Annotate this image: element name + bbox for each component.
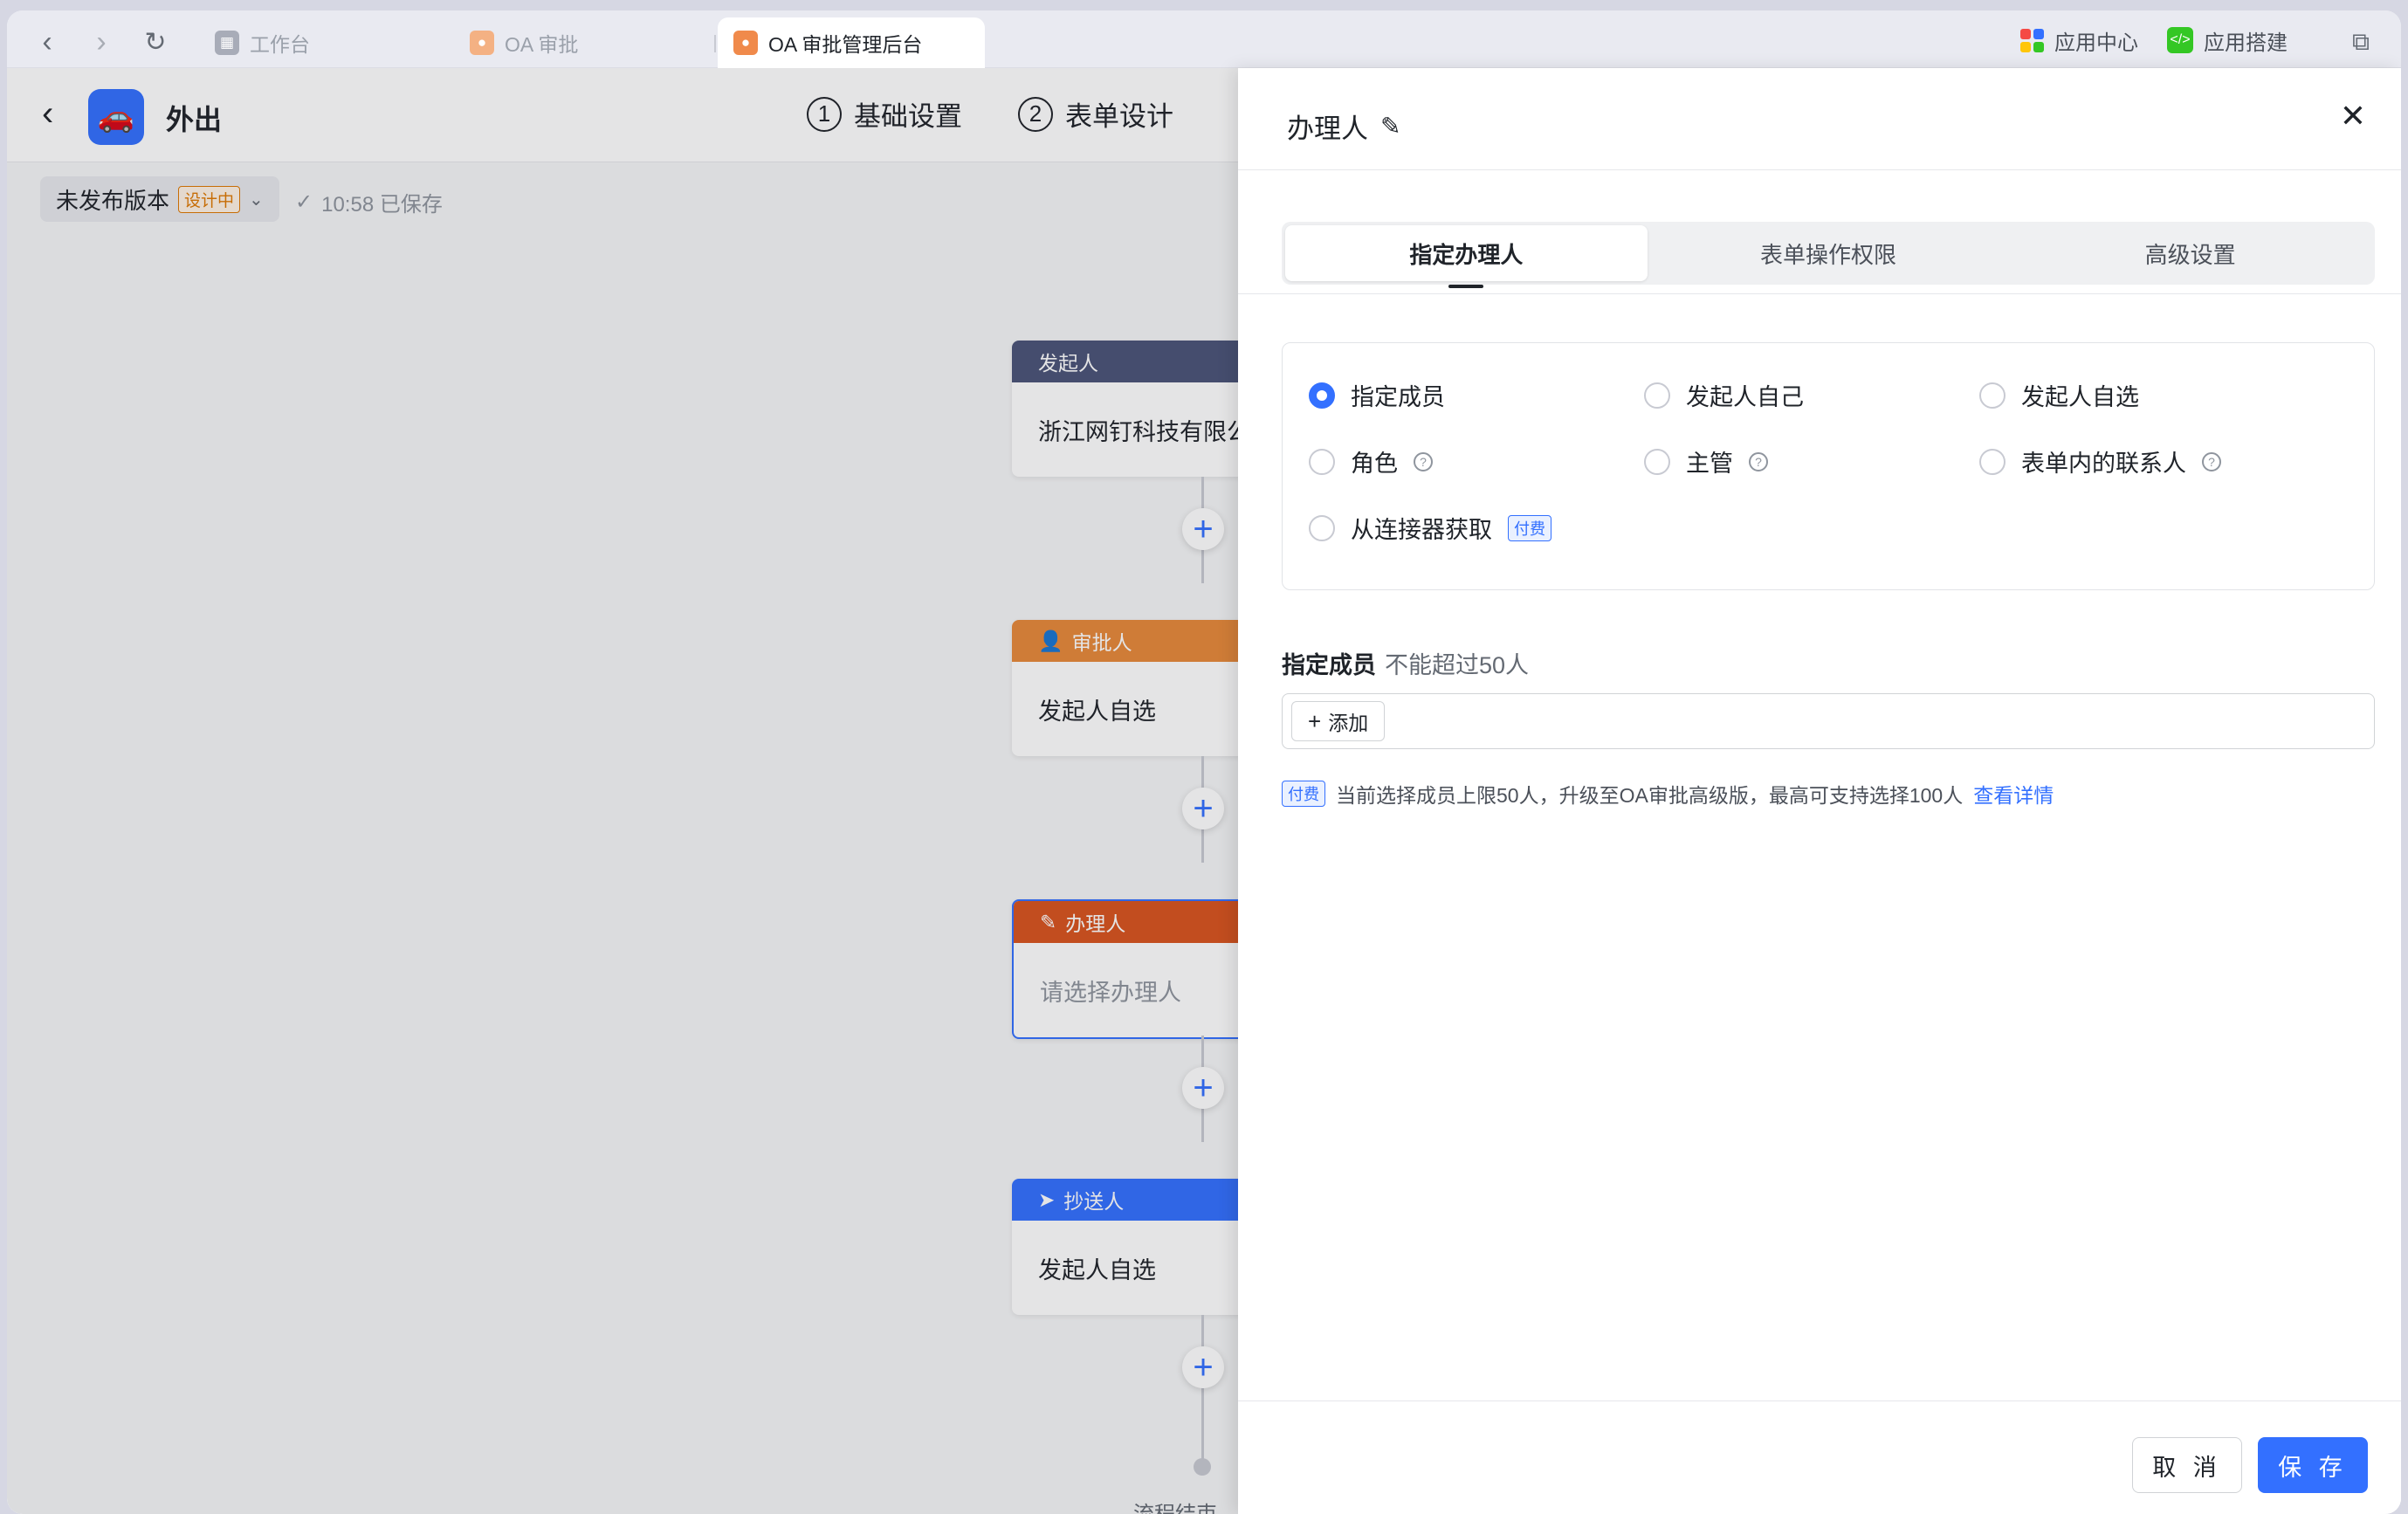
- cancel-button[interactable]: 取 消: [2132, 1437, 2242, 1493]
- option-initiator-choose[interactable]: 发起人自选: [1979, 378, 2315, 412]
- option-row: 从连接器获取 付费: [1309, 511, 1551, 545]
- radio[interactable]: [1644, 382, 1670, 409]
- help-icon[interactable]: ?: [2202, 451, 2221, 471]
- option-row: 指定成员 发起人自己 发起人自选: [1309, 378, 2315, 412]
- paid-badge: 付费: [1282, 781, 1325, 807]
- help-icon[interactable]: ?: [1414, 451, 1433, 471]
- settings-tabs: 指定办理人 表单操作权限 高级设置: [1282, 222, 2375, 288]
- radio[interactable]: [1979, 382, 2006, 409]
- members-field[interactable]: + 添加: [1282, 693, 2375, 749]
- radio[interactable]: [1644, 448, 1670, 475]
- divider: [1238, 169, 2401, 170]
- option-form-contact[interactable]: 表单内的联系人 ?: [1979, 444, 2315, 478]
- close-icon[interactable]: ✕: [2340, 98, 2366, 134]
- divider: [1238, 1400, 2401, 1401]
- handler-settings-drawer: 办理人 ✎ ✕ 指定办理人 表单操作权限 高级设置 指定成员 发起人自己 发起人…: [1238, 68, 2401, 1514]
- radio[interactable]: [1309, 514, 1335, 541]
- app-build-icon: </>: [2167, 27, 2193, 53]
- modal-mask[interactable]: [7, 68, 1238, 1514]
- tab-advanced-settings[interactable]: 高级设置: [2009, 225, 2371, 281]
- app-center-button[interactable]: 应用中心: [2020, 23, 2138, 58]
- save-button[interactable]: 保 存: [2258, 1437, 2368, 1493]
- radio[interactable]: [1309, 448, 1335, 475]
- refresh-icon[interactable]: ↻: [138, 24, 173, 59]
- back-icon[interactable]: ‹: [30, 24, 65, 59]
- app-build-button[interactable]: </> 应用搭建: [2167, 23, 2288, 58]
- drawer-title: 办理人 ✎: [1287, 112, 1401, 144]
- radio-checked[interactable]: [1309, 382, 1335, 409]
- help-icon[interactable]: ?: [1749, 451, 1768, 471]
- tab-divider: [714, 35, 716, 52]
- paid-badge: 付费: [1508, 514, 1551, 541]
- add-member-button[interactable]: + 添加: [1291, 701, 1386, 741]
- divider: [1238, 293, 2401, 294]
- option-supervisor[interactable]: 主管 ?: [1644, 444, 1979, 478]
- upgrade-notice: 付费 当前选择成员上限50人，升级至OA审批高级版，最高可支持选择100人 查看…: [1282, 779, 2054, 809]
- members-section-label: 指定成员 不能超过50人: [1282, 652, 1530, 678]
- oa-approval-icon: ●: [470, 31, 494, 55]
- tab-oa-admin[interactable]: ● OA 审批管理后台: [718, 17, 985, 68]
- option-role[interactable]: 角色 ?: [1309, 444, 1644, 478]
- option-initiator-self[interactable]: 发起人自己: [1644, 378, 1979, 412]
- workbench-icon: ▦: [215, 31, 239, 55]
- view-details-link[interactable]: 查看详情: [1973, 779, 2054, 809]
- option-row: 角色 ? 主管 ? 表单内的联系人 ?: [1309, 444, 2315, 478]
- option-connector[interactable]: 从连接器获取 付费: [1309, 511, 1551, 545]
- handler-type-options: 指定成员 发起人自己 发起人自选 角色 ? 主管 ? 表单内的联系人 ? 从连接…: [1282, 342, 2375, 590]
- tab-form-permissions[interactable]: 表单操作权限: [1648, 225, 2010, 281]
- tab-workbench[interactable]: ▦ 工作台: [199, 17, 326, 68]
- browser-window: ‹ › ↻ ▦ 工作台 ● OA 审批 ● OA 审批管理后台 应用中心 </>: [7, 10, 2401, 1514]
- forward-icon[interactable]: ›: [84, 24, 119, 59]
- tab-oa-approval[interactable]: ● OA 审批: [454, 17, 594, 68]
- tab-assign-handler[interactable]: 指定办理人: [1285, 225, 1648, 288]
- app-center-icon: [2020, 28, 2044, 52]
- oa-admin-icon: ●: [733, 31, 758, 55]
- tab-bar: ‹ › ↻ ▦ 工作台 ● OA 审批 ● OA 审批管理后台 应用中心 </>: [7, 10, 2401, 68]
- edit-title-icon[interactable]: ✎: [1380, 112, 1400, 141]
- plus-icon: +: [1308, 707, 1322, 734]
- open-external-icon[interactable]: ⧉: [2343, 24, 2378, 59]
- option-specified-members[interactable]: 指定成员: [1309, 378, 1644, 412]
- radio[interactable]: [1979, 448, 2006, 475]
